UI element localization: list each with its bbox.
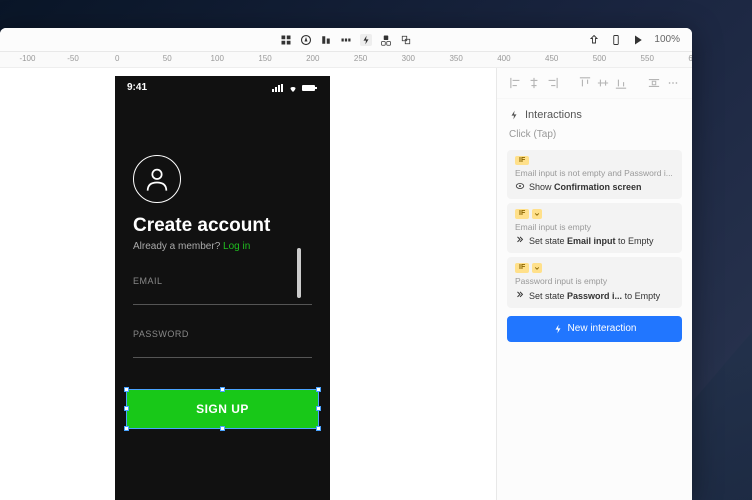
ruler-tick: -100 <box>19 54 35 63</box>
subtext: Already a member? Log in <box>133 241 312 252</box>
signup-button[interactable]: SIGN UP <box>127 390 318 428</box>
wifi-icon <box>287 84 299 92</box>
scrollbar-thumb[interactable] <box>297 248 301 298</box>
condition-text: Password input is empty <box>515 276 674 286</box>
ruler-tick: 0 <box>115 54 119 63</box>
new-interaction-button[interactable]: New interaction <box>507 316 682 342</box>
state-icon <box>515 235 525 247</box>
canvas[interactable]: 9:41 Create account Already a member? Lo… <box>0 68 496 500</box>
ruler-tick: 350 <box>449 54 462 63</box>
action-row: Show Confirmation screen <box>515 181 674 193</box>
horizontal-ruler: -250-200-150-100-50050100150200250300350… <box>0 52 692 68</box>
device-status-bar: 9:41 <box>115 76 330 93</box>
email-label: EMAIL <box>133 276 312 286</box>
condition-badge: IF <box>515 156 529 165</box>
selection-handle[interactable] <box>220 426 225 431</box>
layers-icon[interactable] <box>280 34 292 46</box>
status-indicators <box>272 84 318 92</box>
signal-icon <box>272 84 284 92</box>
trigger-label: Click (Tap) <box>497 129 692 146</box>
play-icon[interactable] <box>632 34 644 46</box>
action-row: Set state Email input to Empty <box>515 235 674 247</box>
detach-icon[interactable] <box>400 34 412 46</box>
selection-handle[interactable] <box>220 387 225 392</box>
selection-handle[interactable] <box>124 426 129 431</box>
align-left-icon[interactable] <box>509 76 523 90</box>
distribute-icon[interactable] <box>340 34 352 46</box>
component-icon[interactable] <box>380 34 392 46</box>
bolt-icon <box>509 110 519 120</box>
action-row: Set state Password i... to Empty <box>515 290 674 302</box>
align-icon[interactable] <box>320 34 332 46</box>
password-input-line[interactable] <box>133 357 312 358</box>
status-time: 9:41 <box>127 82 147 93</box>
selection-handle[interactable] <box>124 406 129 411</box>
action-text: Set state Email input to Empty <box>529 236 654 246</box>
action-text: Show Confirmation screen <box>529 182 642 192</box>
condition-text: Email input is empty <box>515 222 674 232</box>
ruler-tick: 500 <box>593 54 606 63</box>
align-center-v-icon[interactable] <box>596 76 610 90</box>
distribute-v-icon[interactable] <box>648 76 661 90</box>
selection-handle[interactable] <box>124 387 129 392</box>
page-heading: Create account <box>133 215 312 237</box>
ruler-tick: -50 <box>67 54 79 63</box>
ruler-tick: 50 <box>163 54 172 63</box>
interaction-card[interactable]: IF Password input is empty Set state Passw… <box>507 257 682 307</box>
avatar-placeholder <box>133 155 181 203</box>
subtext-label: Already a member? <box>133 241 223 252</box>
login-link[interactable]: Log in <box>223 241 250 252</box>
zoom-level[interactable]: 100% <box>654 34 680 45</box>
section-title-label: Interactions <box>525 109 582 121</box>
signup-button-label: SIGN UP <box>196 402 249 416</box>
new-interaction-label: New interaction <box>568 323 637 334</box>
ruler-tick: 100 <box>211 54 224 63</box>
ruler-tick: 150 <box>258 54 271 63</box>
ruler-tick: 300 <box>402 54 415 63</box>
battery-icon <box>302 84 318 92</box>
condition-text: Email input is not empty and Password i.… <box>515 168 674 178</box>
condition-badge: IF <box>515 263 529 273</box>
chevron-down-icon[interactable] <box>532 209 542 219</box>
toolbar-center-group <box>280 34 412 46</box>
right-panel: Interactions Click (Tap) IF Email input i… <box>496 68 692 500</box>
toolbar-right-group: 100% <box>588 34 680 46</box>
more-icon[interactable] <box>667 76 680 90</box>
ruler-tick: 250 <box>354 54 367 63</box>
chevron-down-icon[interactable] <box>532 263 542 273</box>
action-text: Set state Password i... to Empty <box>529 291 660 301</box>
share-icon[interactable] <box>588 34 600 46</box>
ruler-tick: 200 <box>306 54 319 63</box>
compass-icon[interactable] <box>300 34 312 46</box>
selection-handle[interactable] <box>316 426 321 431</box>
panel-alignment-tools <box>497 76 692 99</box>
ruler-tick: 400 <box>497 54 510 63</box>
eye-icon <box>515 181 525 193</box>
device-icon[interactable] <box>610 34 622 46</box>
app-window: 100% -250-200-150-100-500501001502002503… <box>0 28 692 500</box>
person-icon <box>143 165 171 193</box>
align-top-icon[interactable] <box>578 76 592 90</box>
ruler-tick: 550 <box>641 54 654 63</box>
align-right-icon[interactable] <box>545 76 559 90</box>
email-input-line[interactable] <box>133 304 312 305</box>
interaction-card[interactable]: IF Email input is not empty and Password … <box>507 150 682 199</box>
ruler-tick: 600 <box>688 54 692 63</box>
align-bottom-icon[interactable] <box>614 76 628 90</box>
interaction-card[interactable]: IF Email input is empty Set state Email in… <box>507 203 682 253</box>
ruler-tick: 450 <box>545 54 558 63</box>
selection-handle[interactable] <box>316 387 321 392</box>
bolt-icon[interactable] <box>360 34 372 46</box>
interactions-section-title: Interactions <box>497 99 692 129</box>
top-toolbar: 100% <box>0 28 692 52</box>
password-label: PASSWORD <box>133 329 312 339</box>
align-center-h-icon[interactable] <box>527 76 541 90</box>
condition-badge: IF <box>515 209 529 219</box>
bolt-icon <box>553 324 563 334</box>
state-icon <box>515 290 525 302</box>
selection-handle[interactable] <box>316 406 321 411</box>
main-area: 9:41 Create account Already a member? Lo… <box>0 68 692 500</box>
